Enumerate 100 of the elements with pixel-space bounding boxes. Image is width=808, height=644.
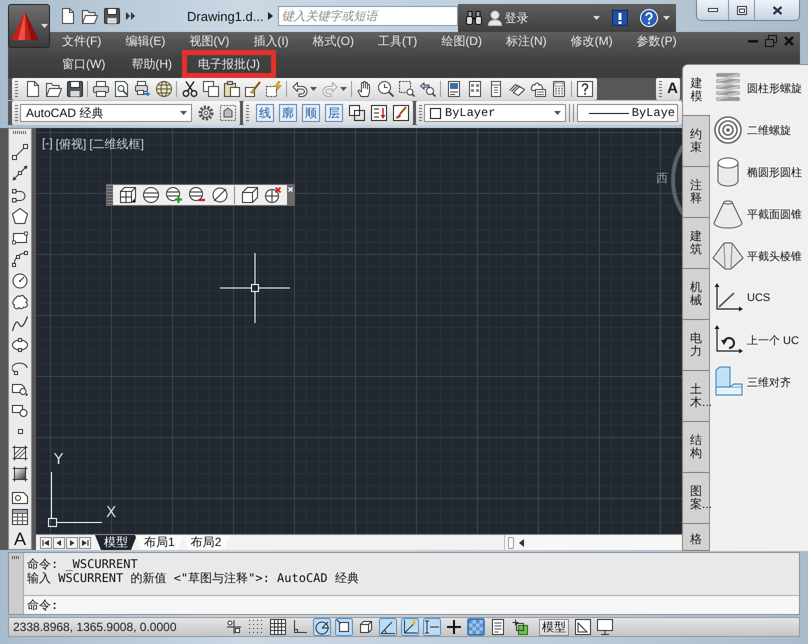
menu-item[interactable]: 窗口(W) bbox=[62, 57, 106, 71]
palette-tab[interactable]: 注释 bbox=[683, 167, 709, 218]
scrollbar-thumb[interactable] bbox=[508, 536, 514, 548]
slashed-circle-icon[interactable] bbox=[212, 187, 228, 203]
text-style-button[interactable]: A bbox=[667, 81, 678, 97]
layout-tab[interactable]: 布局2 bbox=[182, 535, 230, 550]
printer-arrow-icon[interactable] bbox=[135, 81, 151, 97]
restore-icon[interactable] bbox=[765, 35, 777, 47]
monitor-icon[interactable] bbox=[597, 619, 613, 635]
angle-icon[interactable] bbox=[379, 618, 397, 636]
new-file-icon[interactable] bbox=[60, 8, 76, 24]
grip-handle[interactable] bbox=[659, 81, 662, 97]
brush-box-icon[interactable] bbox=[393, 105, 409, 121]
list-card-icon[interactable] bbox=[489, 618, 507, 636]
calculator-icon[interactable] bbox=[551, 81, 567, 97]
close-icon[interactable] bbox=[772, 6, 782, 14]
snap-square-icon[interactable] bbox=[335, 618, 353, 636]
panel-list-icon[interactable] bbox=[446, 81, 462, 97]
page-magnifier-icon[interactable] bbox=[114, 81, 130, 97]
search-field[interactable]: 键入关键字或短语 bbox=[278, 6, 458, 26]
printer-icon[interactable] bbox=[93, 81, 109, 97]
menu-item[interactable]: 格式(O) bbox=[312, 34, 354, 48]
axes-lightning-icon[interactable] bbox=[401, 618, 419, 636]
text-tool-button[interactable]: A bbox=[14, 530, 26, 548]
layout-tab[interactable]: 布局1 bbox=[135, 535, 184, 550]
horizontal-scrollbar[interactable] bbox=[504, 535, 681, 550]
copy-icon[interactable] bbox=[203, 81, 219, 97]
palette-tab[interactable]: 约束 bbox=[683, 116, 709, 167]
palette-tab[interactable]: 格 bbox=[683, 524, 709, 551]
palette-tool-button[interactable]: 平截面圆锥 bbox=[710, 193, 802, 235]
menu-item[interactable]: 工具(T) bbox=[378, 34, 418, 48]
menu-item[interactable]: 修改(M) bbox=[570, 34, 613, 48]
command-window-grip[interactable] bbox=[9, 553, 24, 614]
help-icon[interactable] bbox=[577, 81, 593, 97]
workspace-dropdown[interactable]: AutoCAD 经典 bbox=[20, 104, 192, 122]
caret-icon[interactable] bbox=[310, 87, 317, 91]
cloud-sheet-icon[interactable] bbox=[530, 81, 546, 97]
viewport-control[interactable]: [二维线框] bbox=[89, 136, 144, 153]
menu-item[interactable]: 视图(V) bbox=[189, 34, 230, 48]
minimize-icon[interactable] bbox=[708, 8, 718, 12]
arc-icon[interactable] bbox=[12, 251, 28, 267]
menu-item[interactable]: 插入(I) bbox=[253, 34, 289, 48]
grid-panel-icon[interactable] bbox=[467, 81, 483, 97]
sphere-cross-icon[interactable] bbox=[265, 187, 281, 203]
menu-item[interactable]: 绘图(D) bbox=[441, 34, 482, 48]
grip-handle[interactable] bbox=[15, 81, 18, 97]
person-icon[interactable] bbox=[488, 10, 502, 26]
right-angle-icon[interactable] bbox=[291, 618, 309, 636]
magnifier-square-icon[interactable] bbox=[399, 81, 415, 97]
logo-icon[interactable] bbox=[10, 11, 40, 41]
caret-icon[interactable] bbox=[554, 111, 561, 115]
pentagon-icon[interactable] bbox=[12, 208, 28, 224]
tool-button[interactable]: 顺 bbox=[302, 104, 320, 122]
viewcube-ring[interactable] bbox=[670, 144, 684, 216]
new-file-icon[interactable] bbox=[25, 81, 41, 97]
grip-handle[interactable] bbox=[246, 105, 249, 121]
triangle-ruler-icon[interactable] bbox=[575, 619, 591, 635]
maximize-button[interactable] bbox=[728, 0, 754, 20]
cursor-bar-icon[interactable] bbox=[423, 618, 441, 636]
app-menu-button[interactable] bbox=[8, 4, 50, 48]
menu-item[interactable]: 文件(F) bbox=[62, 34, 102, 48]
caret-icon[interactable] bbox=[41, 24, 48, 28]
cube-corner-icon[interactable] bbox=[357, 618, 375, 636]
palette-tool-button[interactable]: UCS bbox=[710, 277, 770, 319]
color-dropdown[interactable]: ByLayer bbox=[424, 104, 566, 122]
caret-icon[interactable] bbox=[340, 87, 347, 91]
cloud-icon[interactable] bbox=[12, 294, 28, 310]
sign-in-button[interactable]: 登录 bbox=[504, 10, 529, 26]
menu-item[interactable]: 电子报批(J) bbox=[182, 50, 276, 78]
grip-handle[interactable] bbox=[15, 105, 18, 121]
palette-tool-button[interactable]: 圆柱形螺旋 bbox=[710, 67, 802, 109]
grip-handle[interactable] bbox=[569, 104, 574, 122]
layout-tab[interactable]: 模型 bbox=[95, 535, 137, 550]
right-triangle-icon[interactable] bbox=[268, 12, 273, 20]
clipboard-icon[interactable] bbox=[224, 81, 240, 97]
grip-handle[interactable] bbox=[107, 185, 113, 205]
palette-tab[interactable]: 建模 bbox=[683, 65, 710, 116]
caret-icon[interactable] bbox=[592, 16, 600, 20]
stacked-squares-icon[interactable] bbox=[511, 618, 529, 636]
menu-item[interactable]: 编辑(E) bbox=[125, 34, 166, 48]
grip-handle[interactable] bbox=[13, 131, 27, 134]
palette-panel-icon[interactable] bbox=[488, 81, 504, 97]
gradient-square-icon[interactable] bbox=[12, 466, 28, 482]
circle-icon[interactable] bbox=[12, 272, 28, 288]
scissors-icon[interactable] bbox=[182, 81, 198, 97]
palette-tool-button[interactable]: 三维对齐 bbox=[710, 361, 791, 403]
minimize-button[interactable] bbox=[697, 0, 728, 20]
caret-icon[interactable] bbox=[662, 16, 670, 20]
hatched-square-icon[interactable] bbox=[12, 444, 28, 460]
open-folder-icon[interactable] bbox=[46, 81, 62, 97]
open-folder-icon[interactable] bbox=[82, 8, 98, 24]
save-icon[interactable] bbox=[67, 81, 83, 97]
hand-icon[interactable] bbox=[357, 81, 373, 97]
palette-tab[interactable]: 建筑 bbox=[683, 218, 709, 269]
double-chevron-icon[interactable] bbox=[126, 12, 135, 20]
arrow-box-icon[interactable] bbox=[371, 105, 387, 121]
undo-icon[interactable] bbox=[292, 81, 308, 97]
palette-tab[interactable]: 电力 bbox=[683, 320, 709, 371]
skip-back-icon[interactable] bbox=[40, 536, 52, 548]
grid-icon[interactable] bbox=[269, 618, 287, 636]
